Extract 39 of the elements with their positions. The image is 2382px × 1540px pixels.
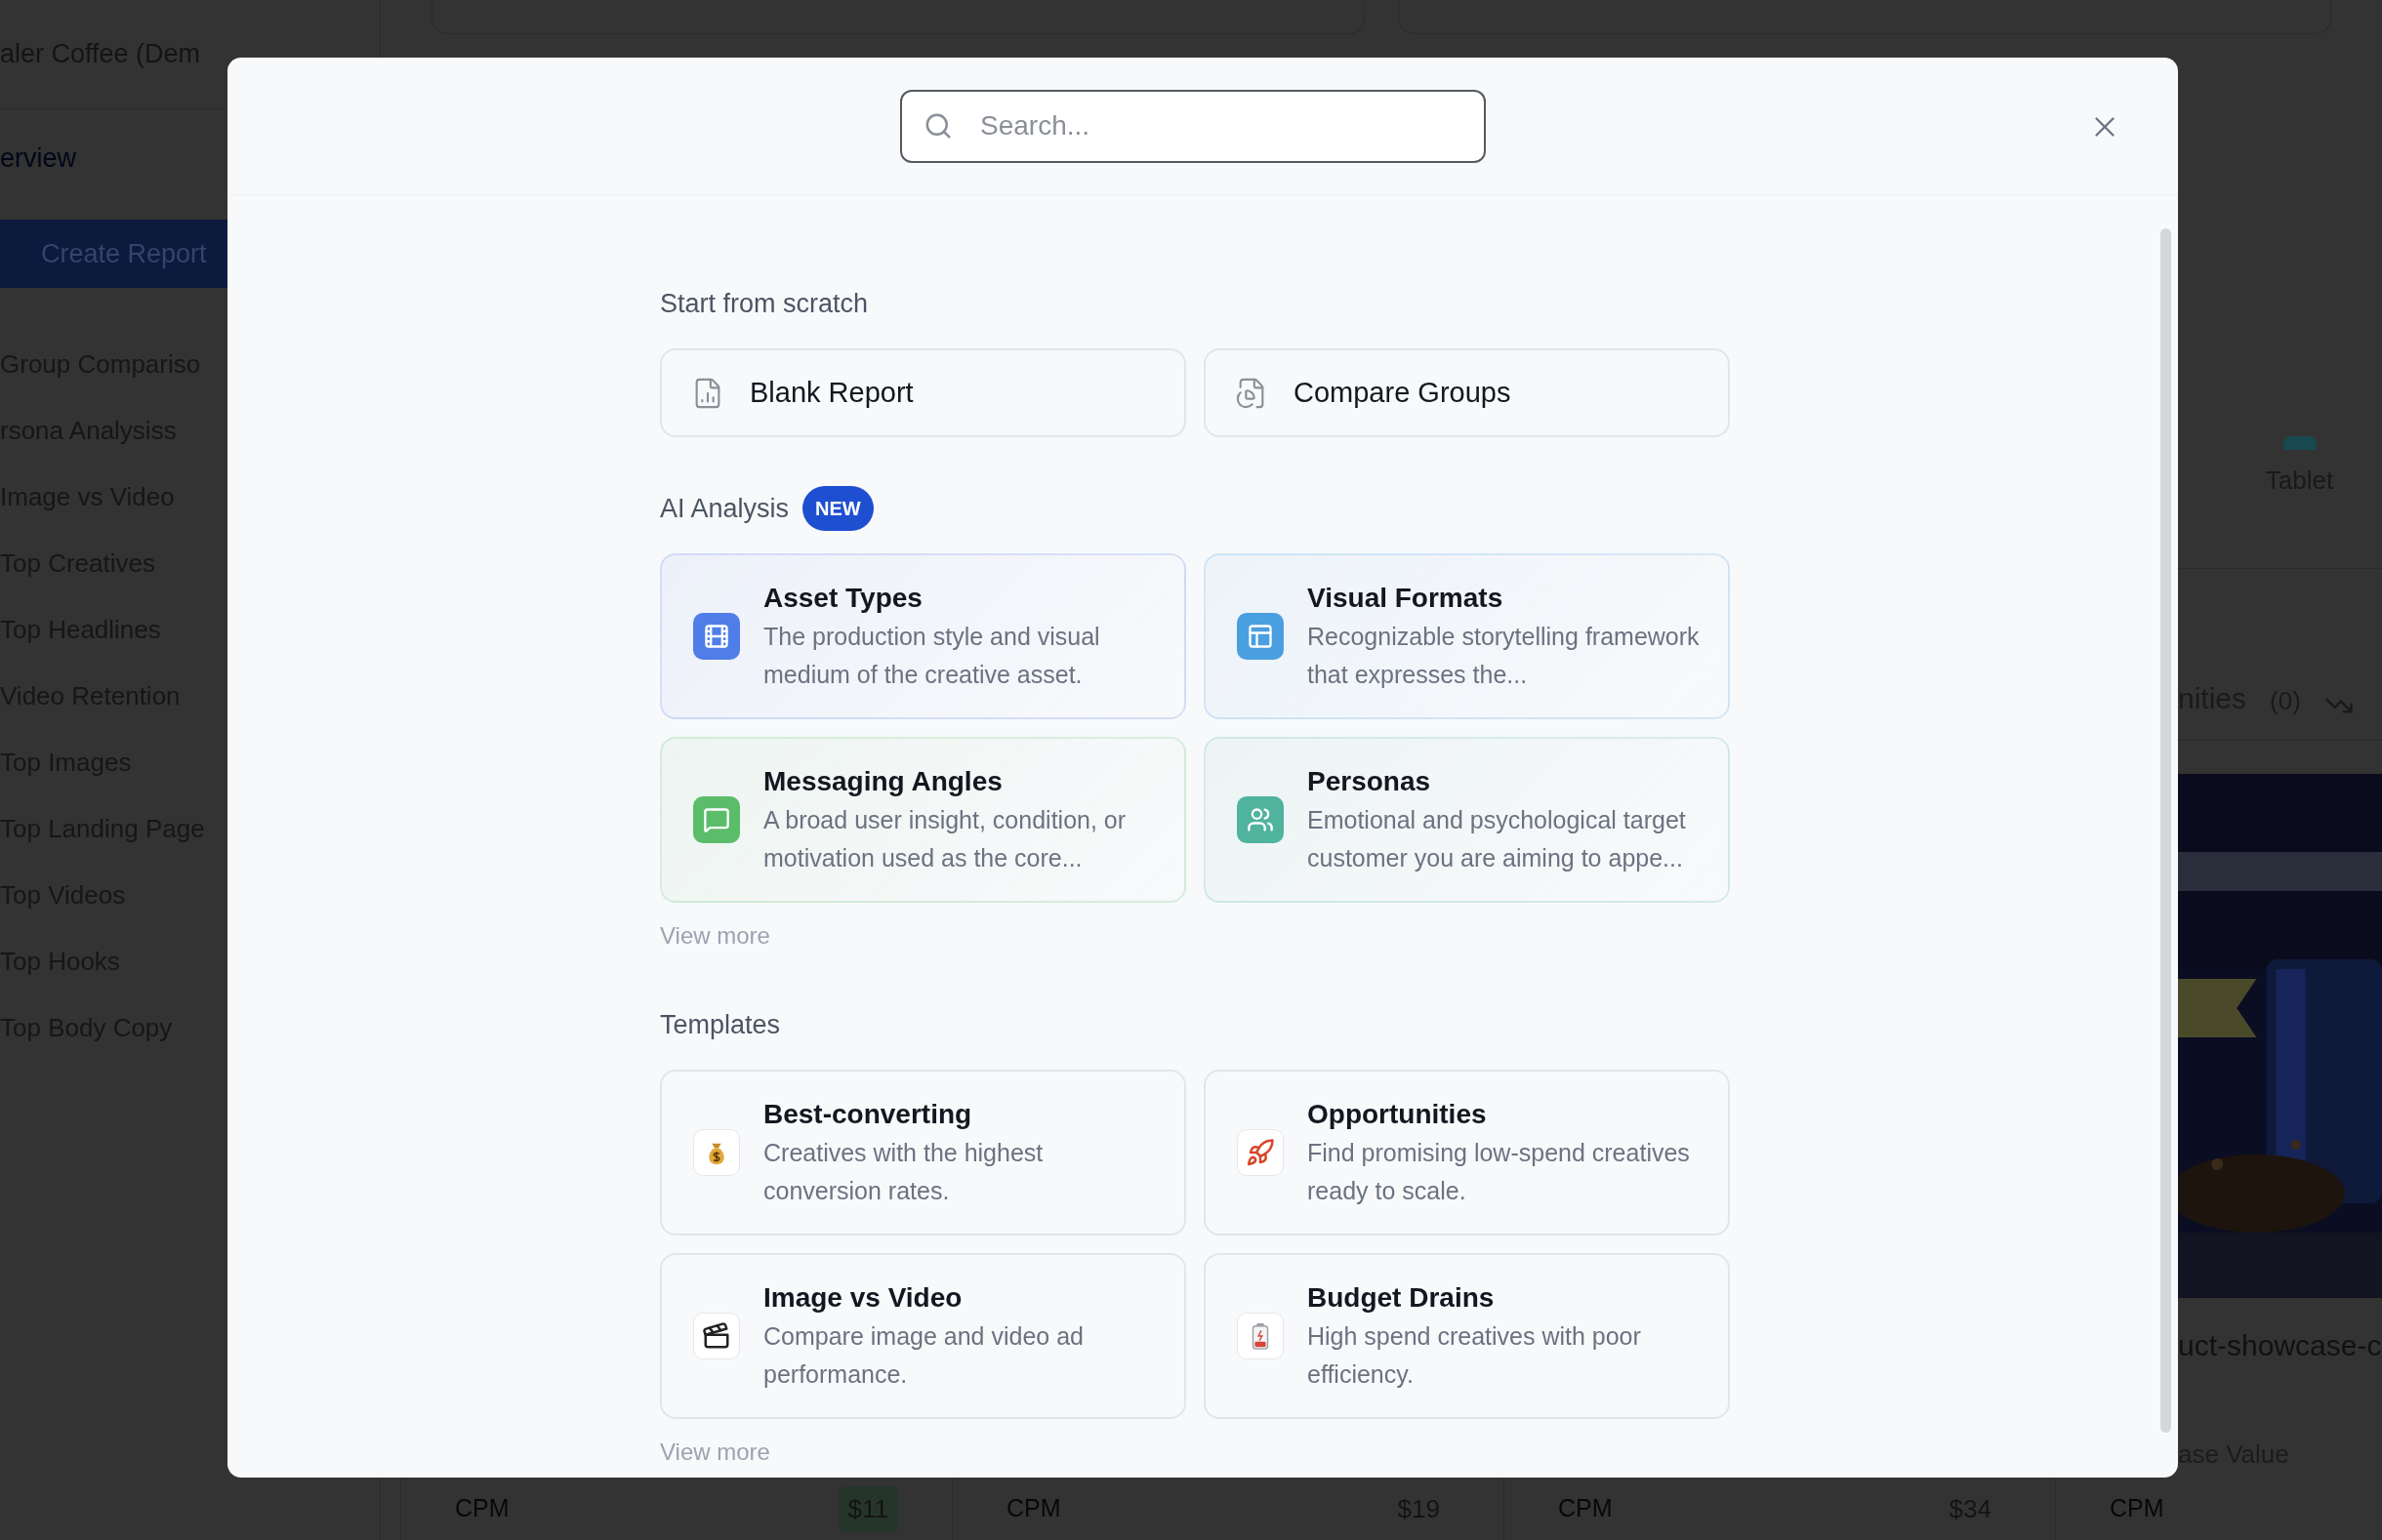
card-title: Opportunities [1307,1098,1488,1131]
search-field[interactable]: Search... [900,89,1486,163]
card-description: Find promising low-spend creatives ready to scale. [1307,1138,1691,1206]
section-heading: AI Analysis [660,492,790,525]
view-more-link[interactable]: View more [660,1435,770,1470]
scrollbar[interactable] [2160,228,2171,1433]
clapperboard-icon [693,1313,740,1359]
card-description: Compare image and video ad performance. [763,1321,1085,1390]
report-option-card[interactable]: Compare Groups [1204,348,1730,437]
analysis-card[interactable]: Asset Types The production style and visual medium of the creative asset. [660,553,1186,719]
section-heading: Templates [660,1008,781,1041]
template-card[interactable]: Image vs Video Compare image and video ad performance. [660,1253,1186,1419]
card-title: Visual Formats [1307,582,1504,615]
money-bag-icon [693,1129,740,1176]
low-battery-icon [1237,1313,1284,1359]
template-card[interactable]: Best-converting Creatives with the highest conversion rates. [660,1070,1186,1236]
card-description: Recognizable storytelling framework that expresses the... [1307,622,1700,690]
card-description: Creatives with the highest conversion rates. [763,1138,1045,1206]
card-title: Image vs Video [763,1281,964,1315]
view-more-link[interactable]: View more [660,918,770,953]
analysis-card[interactable]: Messaging Angles A broad user insight, condition, or motivation used as the core... [660,737,1186,903]
card-title: Asset Types [763,582,924,615]
card-title: Messaging Angles [763,765,1004,798]
card-title: Personas [1307,765,1432,798]
card-description: High spend creatives with poor efficiency. [1307,1321,1642,1390]
card-title: Best-converting [763,1098,973,1131]
report-option-card[interactable]: Blank Report [660,348,1186,437]
tablet-icon [2282,436,2317,450]
new-badge: NEW [802,486,874,531]
card-description: The production style and visual medium of the creative asset. [763,622,1101,690]
rocket-icon [1237,1129,1284,1176]
card-description: Emotional and psychological target customer you are aiming to appe... [1307,805,1687,873]
analysis-card[interactable]: Personas Emotional and psychological target customer you are aiming to appe... [1204,737,1730,903]
template-card[interactable]: Opportunities Find promising low-spend creatives ready to scale. [1204,1070,1730,1236]
section-heading: Start from scratch [660,287,869,320]
template-card[interactable]: Budget Drains High spend creatives with poor efficiency. [1204,1253,1730,1419]
analysis-card[interactable]: Visual Formats Recognizable storytelling framework that expresses the... [1204,553,1730,719]
card-description: A broad user insight, condition, or motivation used as the core... [763,805,1128,873]
card-title: Budget Drains [1307,1281,1496,1315]
